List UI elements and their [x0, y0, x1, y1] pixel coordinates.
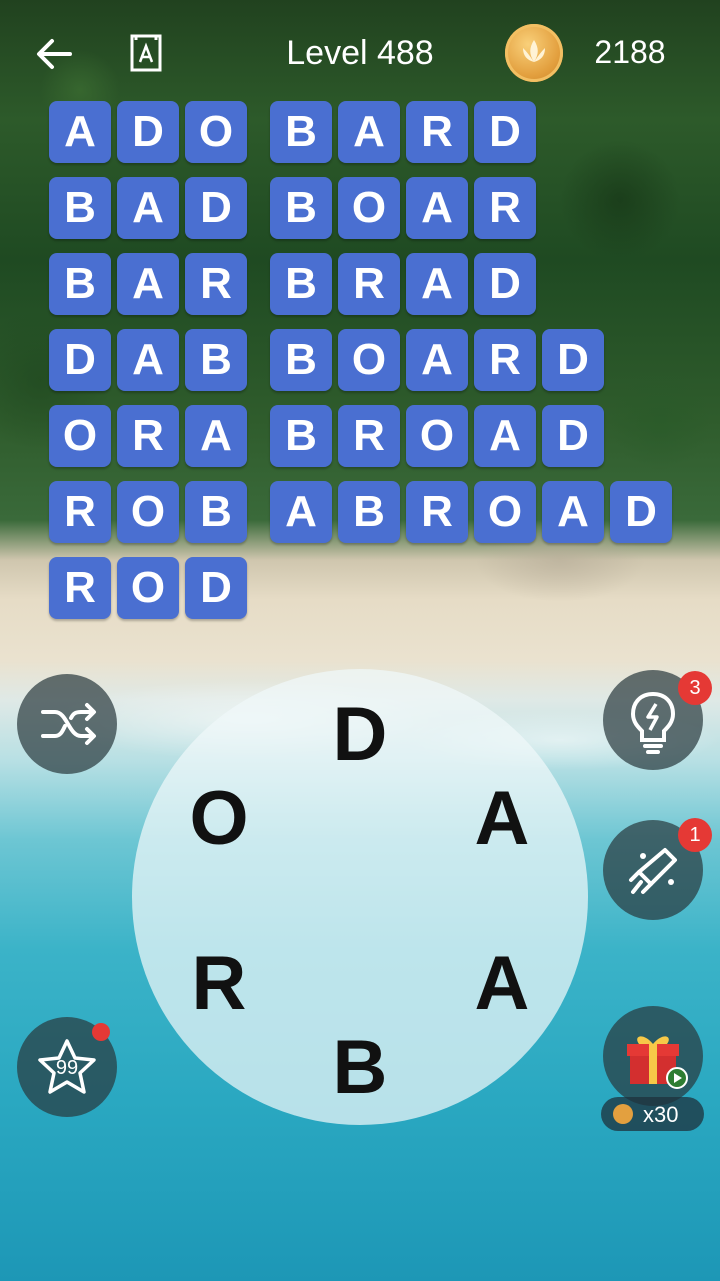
wheel-letter[interactable]: B: [320, 1024, 400, 1111]
dictionary-icon[interactable]: [126, 32, 166, 74]
letter-tile: A: [117, 253, 179, 315]
letter-tile: A: [49, 101, 111, 163]
letter-tile: R: [474, 329, 536, 391]
letter-tile: D: [474, 101, 536, 163]
letter-tile: A: [542, 481, 604, 543]
coin-icon: [505, 24, 563, 82]
letter-tile: R: [49, 481, 111, 543]
firework-count-badge: 1: [678, 818, 712, 852]
gift-video-button[interactable]: [603, 1006, 703, 1106]
wheel-letter[interactable]: R: [179, 940, 259, 1027]
letter-tile: D: [542, 329, 604, 391]
letter-tile: O: [406, 405, 468, 467]
letter-tile: R: [49, 557, 111, 619]
letter-tile: D: [542, 405, 604, 467]
letter-tile: O: [474, 481, 536, 543]
letter-tile: B: [270, 405, 332, 467]
top-bar: Level 488 2188: [0, 0, 720, 108]
letter-tile: A: [185, 405, 247, 467]
letter-tile: B: [270, 101, 332, 163]
letter-tile: R: [474, 177, 536, 239]
letter-tile: O: [117, 557, 179, 619]
letter-tile: O: [338, 329, 400, 391]
letter-tile: D: [185, 177, 247, 239]
letter-tile: D: [117, 101, 179, 163]
gift-reward-pill: x30: [601, 1097, 704, 1131]
letter-tile: A: [406, 177, 468, 239]
shuffle-icon: [41, 703, 96, 745]
letter-tile: B: [270, 177, 332, 239]
letter-tile: O: [338, 177, 400, 239]
letter-tile: A: [474, 405, 536, 467]
letter-wheel[interactable]: D O A R A B: [132, 669, 588, 1125]
letter-tile: B: [270, 253, 332, 315]
wheel-letter[interactable]: A: [462, 775, 542, 862]
letter-tile: B: [49, 177, 111, 239]
letter-tile: B: [270, 329, 332, 391]
gift-reward-amount: x30: [643, 1102, 679, 1127]
hint-count-badge: 3: [678, 671, 712, 705]
letter-tile: D: [185, 557, 247, 619]
letter-tile: O: [117, 481, 179, 543]
letter-tile: R: [406, 101, 468, 163]
letter-tile: B: [49, 253, 111, 315]
letter-tile: D: [610, 481, 672, 543]
letter-tile: D: [474, 253, 536, 315]
letter-tile: A: [117, 329, 179, 391]
letter-tile: R: [117, 405, 179, 467]
level-title: Level 488: [286, 34, 434, 72]
coin-balance: 2188: [594, 34, 666, 70]
back-arrow-icon[interactable]: [30, 30, 78, 78]
letter-tile: R: [338, 253, 400, 315]
letter-tile: O: [49, 405, 111, 467]
letter-tile: R: [406, 481, 468, 543]
star-count: 99: [55, 1057, 79, 1079]
coin-icon: [613, 1104, 633, 1124]
letter-tile: A: [117, 177, 179, 239]
letter-tile: A: [406, 253, 468, 315]
letter-tile: A: [270, 481, 332, 543]
shuffle-button[interactable]: [17, 674, 117, 774]
notification-dot: [92, 1023, 110, 1041]
letter-tile: B: [338, 481, 400, 543]
letter-tile: R: [338, 405, 400, 467]
letter-tile: A: [338, 101, 400, 163]
gift-icon: [627, 1036, 688, 1089]
letter-tile: R: [185, 253, 247, 315]
letter-tile: B: [185, 481, 247, 543]
letter-tile: O: [185, 101, 247, 163]
letter-tile: A: [406, 329, 468, 391]
letter-tile: D: [49, 329, 111, 391]
wheel-letter[interactable]: D: [320, 691, 400, 778]
wheel-letter[interactable]: O: [179, 775, 259, 862]
wheel-letter[interactable]: A: [462, 940, 542, 1027]
letter-tile: B: [185, 329, 247, 391]
